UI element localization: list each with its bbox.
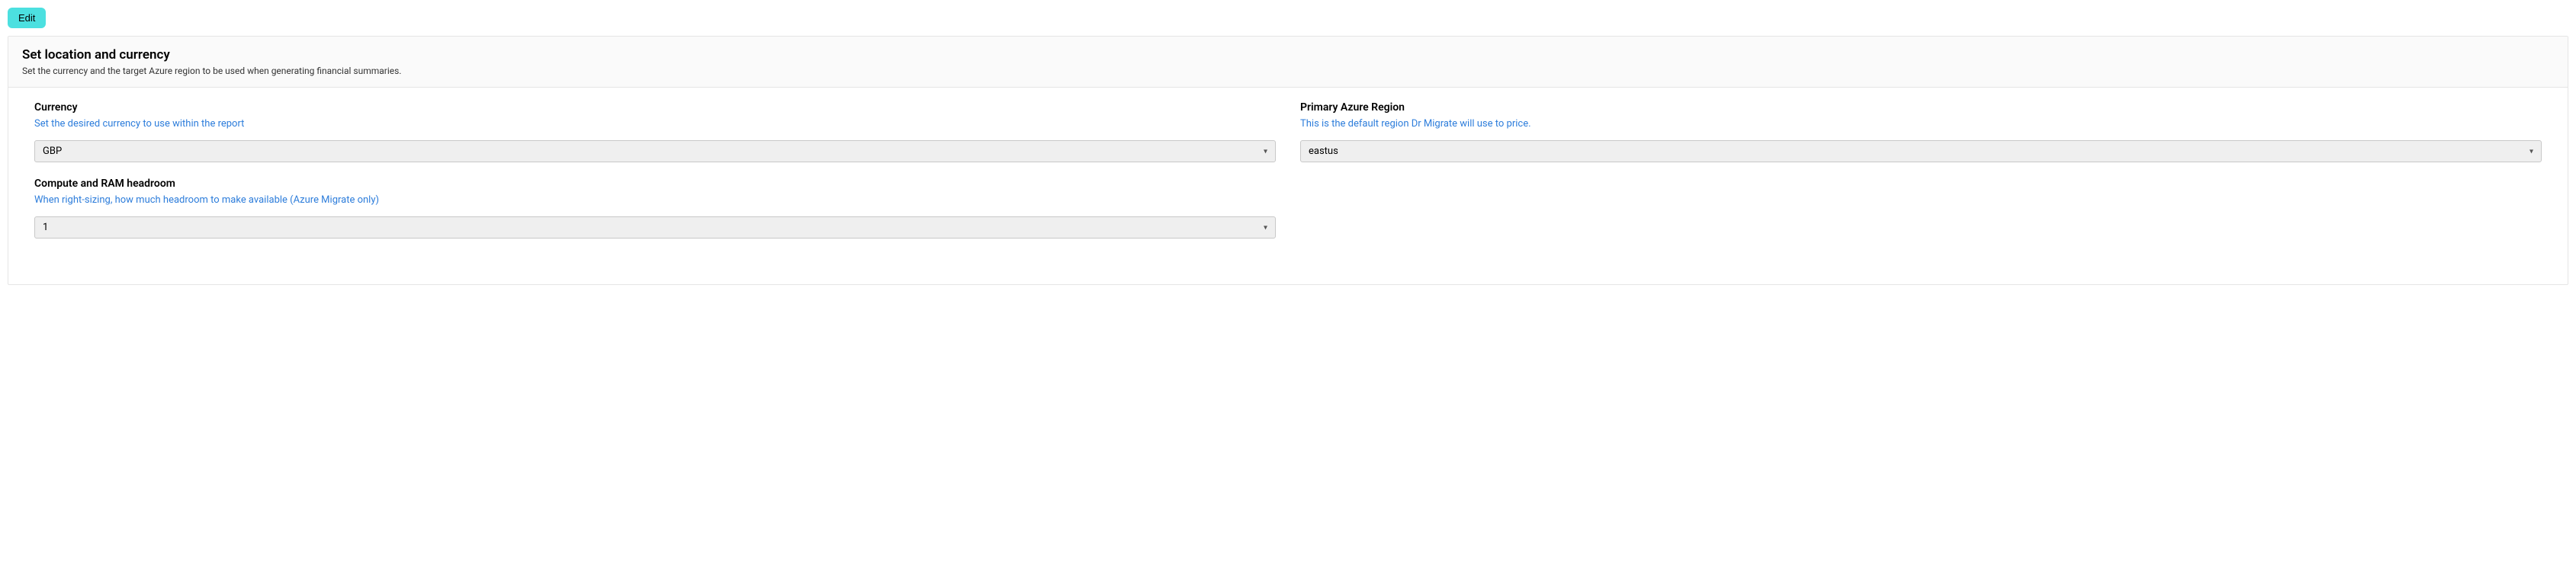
region-label: Primary Azure Region [1300,101,2542,114]
headroom-label: Compute and RAM headroom [34,178,1276,190]
currency-select[interactable]: GBP ▾ [34,140,1276,162]
region-field-group: Primary Azure Region This is the default… [1300,101,2542,162]
currency-label: Currency [34,101,1276,114]
headroom-field-group: Compute and RAM headroom When right-sizi… [34,178,1276,239]
panel-header: Set location and currency Set the curren… [8,37,2568,88]
currency-select-value: GBP [43,146,62,157]
currency-hint: Set the desired currency to use within t… [34,118,1276,130]
currency-field-group: Currency Set the desired currency to use… [34,101,1276,162]
panel-title: Set location and currency [22,47,2554,62]
region-hint: This is the default region Dr Migrate wi… [1300,118,2542,130]
chevron-down-icon: ▾ [2529,147,2533,155]
settings-panel: Set location and currency Set the curren… [8,36,2568,285]
headroom-select[interactable]: 1 ▾ [34,216,1276,239]
headroom-hint: When right-sizing, how much headroom to … [34,194,1276,206]
headroom-select-value: 1 [43,222,48,233]
region-select[interactable]: eastus ▾ [1300,140,2542,162]
spacer [1300,178,2542,254]
panel-subtitle: Set the currency and the target Azure re… [22,66,2554,76]
panel-body: Currency Set the desired currency to use… [8,88,2568,284]
region-select-value: eastus [1309,146,1338,157]
edit-button[interactable]: Edit [8,8,46,28]
chevron-down-icon: ▾ [1264,223,1267,232]
chevron-down-icon: ▾ [1264,147,1267,155]
